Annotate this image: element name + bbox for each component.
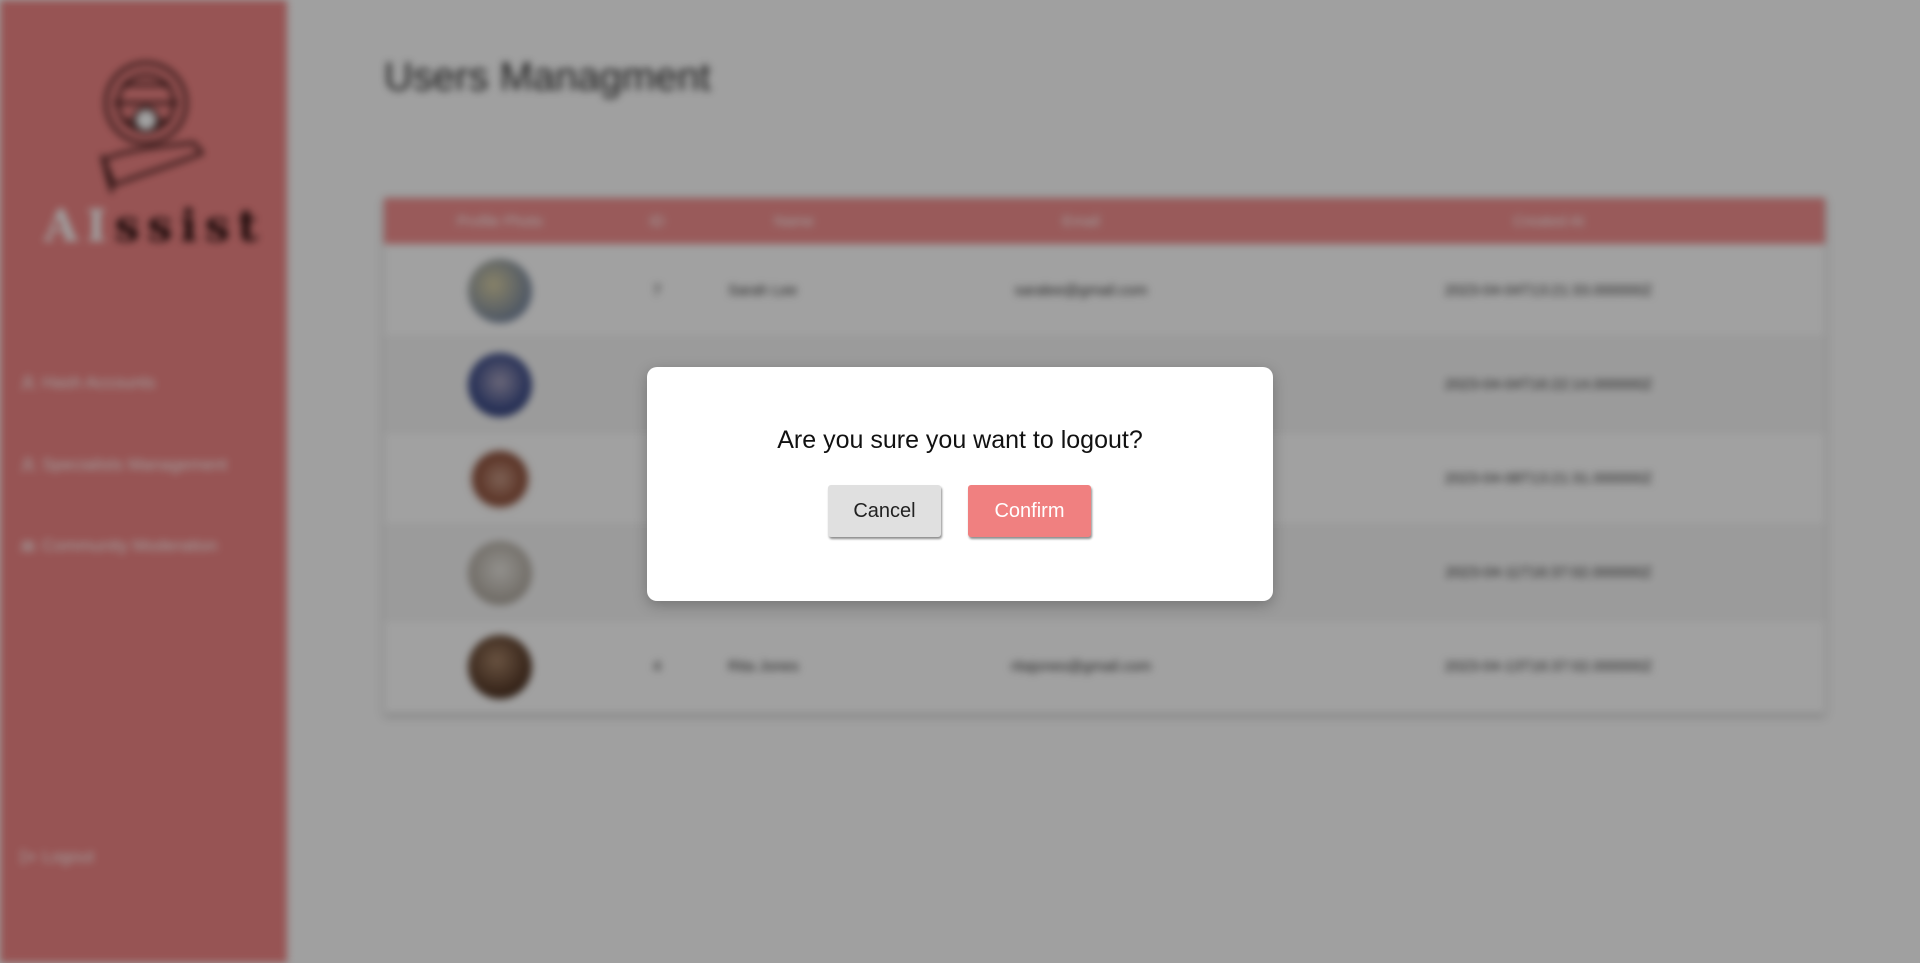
dialog-message: Are you sure you want to logout?	[777, 426, 1143, 454]
cancel-button[interactable]: Cancel	[828, 485, 941, 537]
logout-confirm-dialog: Are you sure you want to logout? Cancel …	[647, 367, 1273, 601]
confirm-button[interactable]: Confirm	[968, 485, 1091, 537]
